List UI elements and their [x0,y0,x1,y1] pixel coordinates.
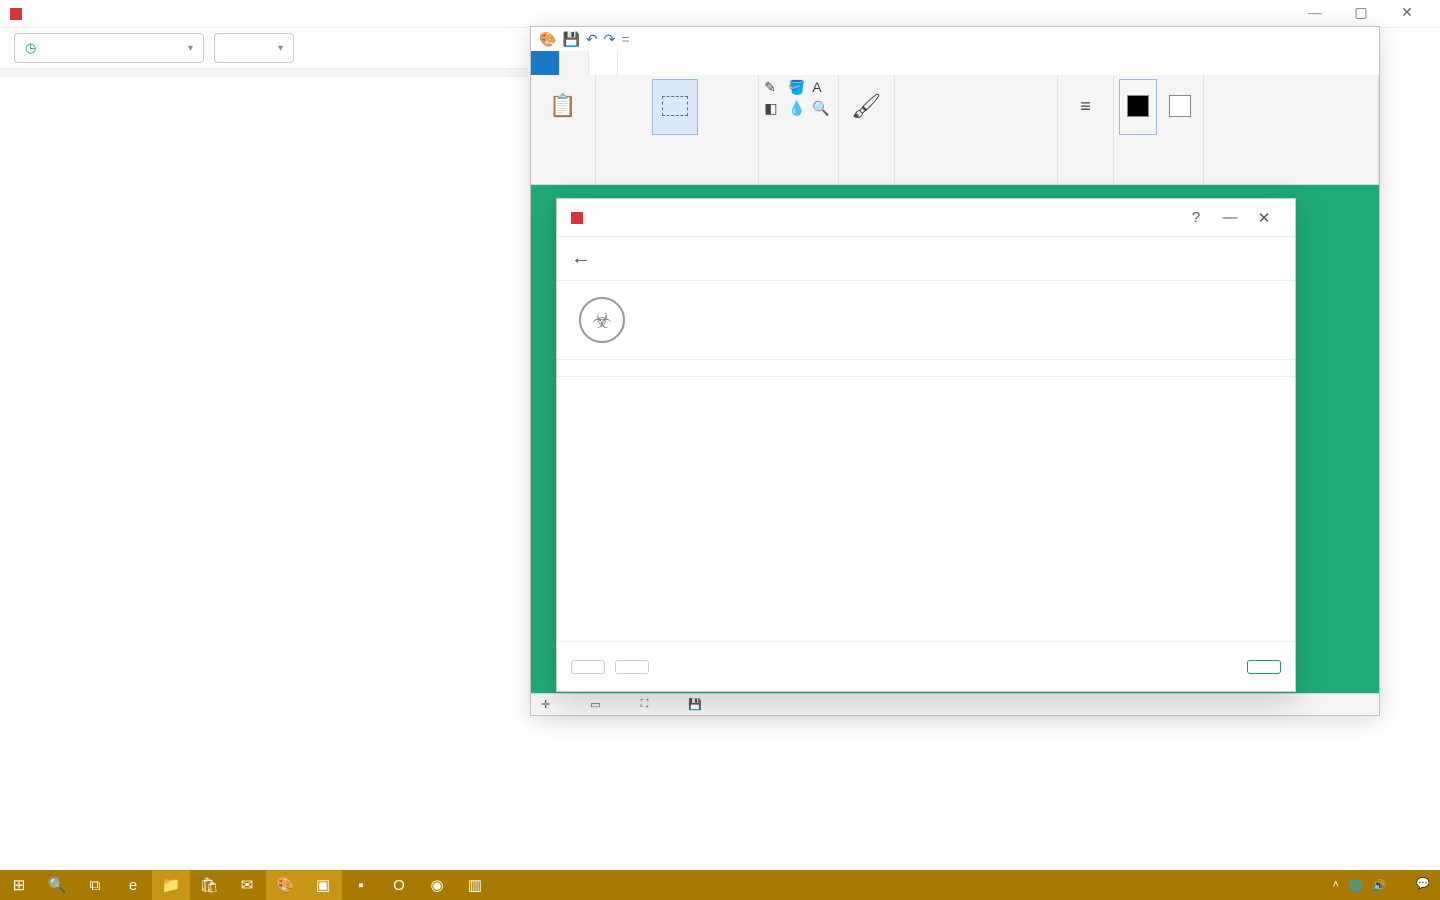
group-clipboard: 📋 [531,75,596,184]
paint-app-icon: 🎨 [539,31,556,48]
tab-home[interactable] [560,51,589,75]
filter-events-dropdown[interactable]: ◷ ▾ [14,33,204,63]
group-color-selectors [1114,75,1204,184]
search-button[interactable]: 🔍 [38,870,76,900]
tb-explorer[interactable]: 📁 [152,870,190,900]
thickness-button[interactable]: ≡ [1063,79,1109,135]
kts-info-banner: ☣ [557,281,1295,359]
save-icon[interactable]: 💾 [562,31,579,48]
tray-volume-icon[interactable]: 🔊 [1373,879,1387,892]
help-button[interactable]: ? [1179,209,1213,226]
eraser-icon[interactable]: ◧ [764,100,784,117]
restore-button[interactable] [571,660,605,674]
ribbon-tabs [531,51,1379,75]
kaspersky-logo-icon [10,8,22,20]
tb-opera[interactable]: O [380,870,418,900]
start-button[interactable]: ⊞ [0,870,38,900]
paste-button[interactable]: 📋 [540,79,586,135]
tb-edge[interactable]: e [114,870,152,900]
kts-subheader: ← [557,237,1295,281]
group-image [596,75,759,184]
undo-icon[interactable]: ↶ [586,31,598,48]
paint-statusbar: ✛ ▭ ⛶ 💾 [531,693,1379,715]
chevron-down-icon: ▾ [188,43,193,54]
events-section-header [0,69,528,77]
clock-icon: ◷ [25,40,36,56]
clipboard-icon: 📋 [549,93,576,119]
kts-quarantine-window: ? — ✕ ← ☣ [556,198,1296,692]
group-shapes [895,75,1058,184]
delete-all-button[interactable] [1247,660,1281,674]
tab-view[interactable] [589,51,618,75]
tb-mail[interactable]: ✉ [228,870,266,900]
system-tray: ˄ 🌐 🔊 💬 [1322,877,1440,892]
kts-footer [557,641,1295,691]
delete-button[interactable] [615,660,649,674]
select-icon [662,96,688,116]
col-date[interactable] [1123,366,1253,370]
quick-access: 🎨 💾 ↶ ↷ = [531,31,638,48]
paint-titlebar[interactable]: 🎨 💾 ↶ ↷ = [531,27,1379,51]
kaspersky-logo-icon [571,212,583,224]
taskview-button[interactable]: ⧉ [76,870,114,900]
flask-icon: ☣ [579,297,625,343]
color1-button[interactable] [1119,79,1157,135]
kaspersky-titlebar: — ▢ ✕ [0,0,1440,28]
close-button[interactable]: ✕ [1384,0,1430,28]
close-button[interactable]: ✕ [1247,209,1281,227]
col-file[interactable] [573,366,723,370]
color1-swatch [1127,95,1149,117]
color2-button[interactable] [1161,79,1199,135]
col-detected[interactable] [983,366,1123,370]
tb-terminal[interactable]: ▪ [342,870,380,900]
picker-icon[interactable]: 💧 [788,100,808,117]
table-header [557,359,1295,377]
text-icon[interactable]: A [812,79,832,96]
filter-period-dropdown[interactable]: ▾ [214,33,294,63]
tb-chrome[interactable]: ◉ [418,870,456,900]
tb-kaspersky[interactable]: ▣ [304,870,342,900]
group-tools: ✎ 🪣 A ◧ 💧 🔍 [759,75,839,184]
maximize-button[interactable]: ▢ [1338,0,1384,28]
ribbon: 📋 ✎ 🪣 A [531,75,1379,185]
minimize-button[interactable]: — [1292,0,1338,28]
back-icon[interactable]: ← [571,247,591,270]
tb-app[interactable]: ▥ [456,870,494,900]
kts-header: ? — ✕ [557,199,1295,237]
color2-swatch [1169,95,1191,117]
brush-icon: 🖌 [851,92,881,121]
quarantine-table [557,359,1295,377]
zoom-icon[interactable]: 🔍 [812,100,832,117]
tb-store[interactable]: 🛍 [190,870,228,900]
col-path[interactable] [723,366,983,370]
thickness-icon: ≡ [1080,96,1091,117]
taskbar: ⊞ 🔍 ⧉ e 📁 🛍 ✉ 🎨 ▣ ▪ O ◉ ▥ ˄ 🌐 🔊 💬 [0,870,1440,900]
notification-icon[interactable]: 💬 [1416,877,1430,892]
chevron-down-icon: ▾ [278,43,283,54]
pencil-icon[interactable]: ✎ [764,79,784,96]
fill-icon[interactable]: 🪣 [788,79,808,96]
select-button[interactable] [652,79,698,135]
tray-network-icon[interactable]: 🌐 [1349,879,1363,892]
tray-chevron-icon[interactable]: ˄ [1332,879,1338,891]
redo-icon[interactable]: ↷ [604,31,616,48]
group-brushes: 🖌 [839,75,895,184]
minimize-button[interactable]: — [1213,209,1247,226]
tb-paint[interactable]: 🎨 [266,870,304,900]
group-colors [1204,75,1379,184]
brushes-button[interactable]: 🖌 [843,79,889,135]
events-list [0,68,528,870]
tab-file[interactable] [531,51,560,75]
group-thickness: ≡ [1058,75,1114,184]
